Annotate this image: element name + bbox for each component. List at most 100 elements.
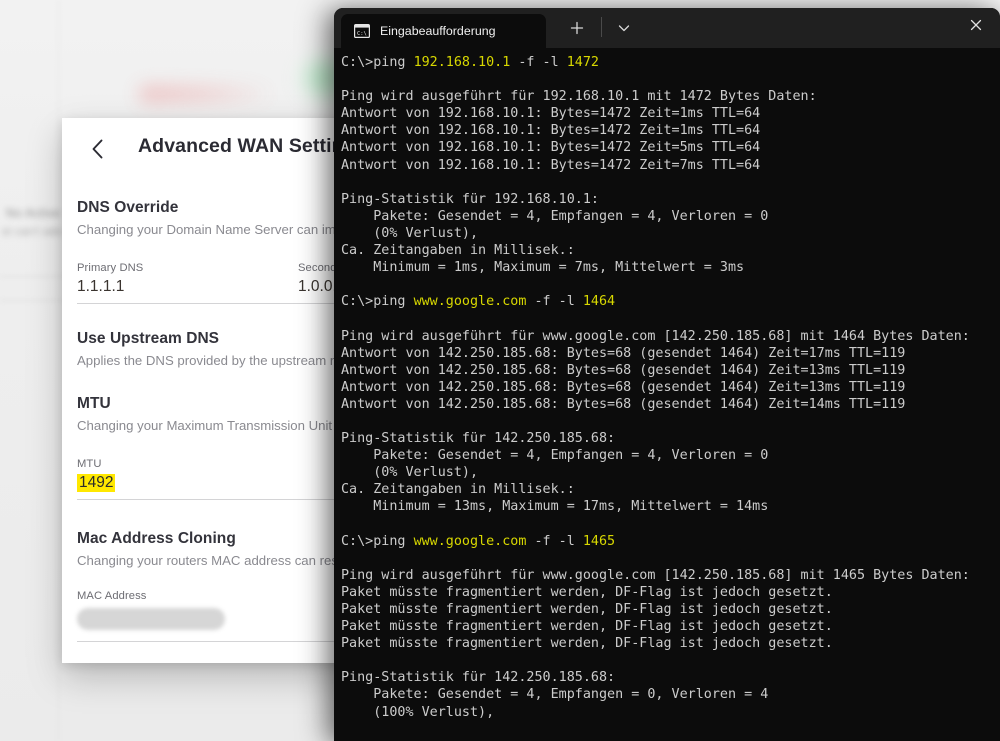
field-value: 1.1.1.1 [77,278,125,295]
toolbar-divider [601,17,602,37]
terminal-line: Ping wird ausgeführt für 192.168.10.1 mi… [341,88,1000,105]
terminal-output[interactable]: C:\>ping 192.168.10.1 -f -l 1472 Ping wir… [334,48,1000,721]
terminal-line: C:\>ping www.google.com -f -l 1464 [341,293,1000,310]
terminal-line: Ca. Zeitangaben in Millisek.: [341,481,1000,498]
background-divider [0,276,66,277]
background-sidebar-edge [58,0,59,741]
terminal-token: Antwort von 142.250.185.68: Bytes=68 (ge… [341,379,906,395]
terminal-line: Ping wird ausgeführt für www.google.com … [341,567,1000,584]
terminal-line: Paket müsste fragmentiert werden, DF-Fla… [341,601,1000,618]
terminal-tab-bar: C:\ Eingabeaufforderung [334,8,1000,48]
terminal-tab[interactable]: C:\ Eingabeaufforderung [341,14,546,48]
plus-icon[interactable] [569,20,585,36]
screen-root: No Active st can't ado Advanced WAN Sett… [0,0,1000,741]
terminal-token: Paket müsste fragmentiert werden, DF-Fla… [341,636,833,652]
terminal-line: Ping-Statistik für 142.250.185.68: [341,669,1000,686]
terminal-line: Ping wird ausgeführt für www.google.com … [341,328,1000,345]
background-banner-blob [140,86,274,102]
terminal-token: (0% Verlust), [341,465,479,481]
terminal-token: Minimum = 1ms, Maximum = 7ms, Mittelwert… [341,260,745,276]
page-title: Advanced WAN Settings [138,135,367,157]
field-primary-dns[interactable]: Primary DNS 1.1.1.1 [77,262,298,296]
terminal-highlight-token: 1465 [582,533,616,549]
terminal-highlight-token: www.google.com [413,533,527,549]
terminal-line: (0% Verlust), [341,464,1000,481]
terminal-token: Ping wird ausgeführt für www.google.com … [341,567,970,583]
terminal-token: C:\>ping [341,55,414,70]
close-icon[interactable] [968,17,984,33]
terminal-token: Ping wird ausgeführt für 192.168.10.1 mi… [341,89,817,105]
terminal-token: Minimum = 13ms, Maximum = 17ms, Mittelwe… [341,499,769,515]
terminal-line: Antwort von 142.250.185.68: Bytes=68 (ge… [341,345,1000,362]
chevron-left-icon[interactable] [84,136,110,162]
terminal-line: Paket müsste fragmentiert werden, DF-Fla… [341,635,1000,652]
terminal-token: Ping-Statistik für 142.250.185.68: [341,670,616,686]
terminal-token: Antwort von 192.168.10.1: Bytes=1472 Zei… [341,157,761,173]
background-text-1: No Active [6,206,61,220]
mac-address-redaction [77,608,225,630]
terminal-line: (100% Verlust), [341,704,1000,721]
terminal-token: -f -l [526,533,583,549]
terminal-token: C:\>ping [341,533,414,549]
terminal-tab-title: Eingabeaufforderung [380,24,496,38]
terminal-line: C:\>ping www.google.com -f -l 1465 [341,533,1000,550]
terminal-token: Antwort von 192.168.10.1: Bytes=1472 Zei… [341,123,761,139]
background-text-2: st can't ado [2,226,63,238]
svg-text:C:\: C:\ [357,31,367,37]
terminal-line: Antwort von 192.168.10.1: Bytes=1472 Zei… [341,105,1000,122]
terminal-token: (100% Verlust), [341,704,495,720]
terminal-line: Paket müsste fragmentiert werden, DF-Fla… [341,618,1000,635]
terminal-line: Ca. Zeitangaben in Millisek.: [341,242,1000,259]
terminal-line: Ping-Statistik für 192.168.10.1: [341,191,1000,208]
terminal-token: Pakete: Gesendet = 4, Empfangen = 4, Ver… [341,208,769,224]
terminal-token: -f -l [510,55,567,70]
terminal-token: Ca. Zeitangaben in Millisek.: [341,243,575,259]
command-prompt-icon: C:\ [354,24,371,39]
terminal-line: Ping-Statistik für 142.250.185.68: [341,430,1000,447]
terminal-line: Minimum = 1ms, Maximum = 7ms, Mittelwert… [341,259,1000,276]
terminal-token: Paket müsste fragmentiert werden, DF-Fla… [341,619,833,635]
terminal-line: Minimum = 13ms, Maximum = 17ms, Mittelwe… [341,498,1000,515]
terminal-line: Antwort von 142.250.185.68: Bytes=68 (ge… [341,362,1000,379]
terminal-highlight-token: 192.168.10.1 [413,55,511,70]
terminal-token: Ca. Zeitangaben in Millisek.: [341,482,575,498]
terminal-highlight-token: www.google.com [413,294,527,310]
terminal-line: Pakete: Gesendet = 4, Empfangen = 4, Ver… [341,447,1000,464]
terminal-line: Antwort von 192.168.10.1: Bytes=1472 Zei… [341,122,1000,139]
terminal-token: Antwort von 142.250.185.68: Bytes=68 (ge… [341,362,906,378]
terminal-line: C:\>ping 192.168.10.1 -f -l 1472 [341,54,1000,71]
terminal-token: Ping wird ausgeführt für www.google.com … [341,328,970,344]
terminal-token: Paket müsste fragmentiert werden, DF-Fla… [341,602,833,617]
mtu-highlighted-value: 1492 [77,474,116,492]
terminal-token: Antwort von 192.168.10.1: Bytes=1472 Zei… [341,106,761,122]
terminal-token: Pakete: Gesendet = 4, Empfangen = 0, Ver… [341,687,769,703]
terminal-token: Antwort von 192.168.10.1: Bytes=1472 Zei… [341,140,761,156]
terminal-line: Antwort von 192.168.10.1: Bytes=1472 Zei… [341,157,1000,174]
terminal-token: Antwort von 142.250.185.68: Bytes=68 (ge… [341,396,906,412]
terminal-token: Ping-Statistik für 142.250.185.68: [341,431,616,447]
terminal-line: Antwort von 192.168.10.1: Bytes=1472 Zei… [341,139,1000,156]
terminal-line: (0% Verlust), [341,225,1000,242]
terminal-token: (0% Verlust), [341,225,479,241]
command-prompt-window: C:\ Eingabeaufforderung C:\>ping 192.168… [334,8,1000,741]
terminal-line: Pakete: Gesendet = 4, Empfangen = 4, Ver… [341,208,1000,225]
terminal-highlight-token: 1472 [566,55,599,70]
terminal-line: Antwort von 142.250.185.68: Bytes=68 (ge… [341,396,1000,413]
terminal-token: Paket müsste fragmentiert werden, DF-Fla… [341,584,833,600]
terminal-line: Antwort von 142.250.185.68: Bytes=68 (ge… [341,379,1000,396]
background-divider [0,300,66,301]
terminal-highlight-token: 1464 [582,294,616,310]
terminal-line: Pakete: Gesendet = 4, Empfangen = 0, Ver… [341,686,1000,703]
terminal-token: C:\>ping [341,294,414,310]
chevron-down-icon[interactable] [616,21,632,35]
terminal-token: Antwort von 142.250.185.68: Bytes=68 (ge… [341,345,906,361]
terminal-token: Pakete: Gesendet = 4, Empfangen = 4, Ver… [341,448,769,464]
field-label: Primary DNS [77,262,144,274]
